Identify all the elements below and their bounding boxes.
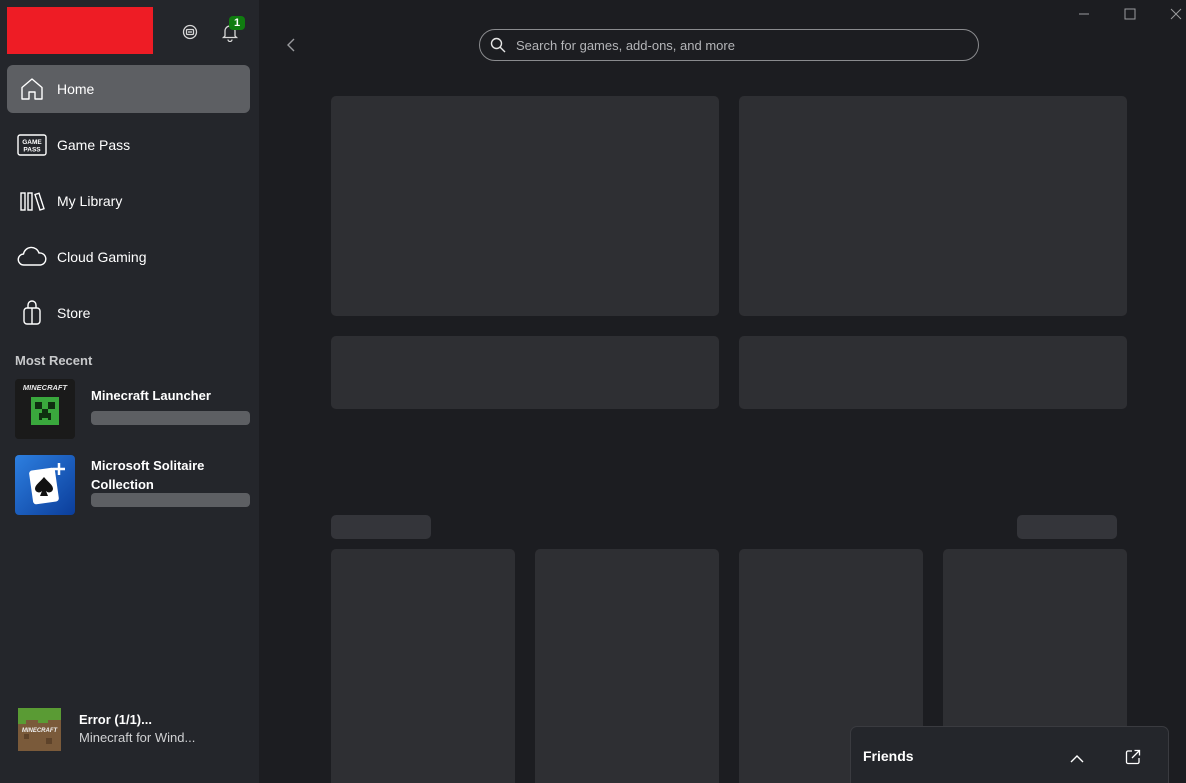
cloud-icon	[7, 233, 57, 281]
solitaire-thumbnail	[15, 455, 75, 515]
section-link-placeholder	[1017, 515, 1117, 539]
chevron-up-icon[interactable]	[1063, 745, 1091, 773]
minecraft-thumbnail: MINECRAFT	[18, 708, 61, 751]
banner-placeholder	[331, 336, 719, 409]
nav-item-my-library[interactable]: My Library	[7, 177, 250, 225]
friends-label: Friends	[863, 748, 914, 764]
redacted-profile-block[interactable]	[7, 7, 153, 54]
main-content: Friends	[259, 0, 1186, 783]
tile-placeholder	[535, 549, 719, 783]
install-status-item[interactable]: MINECRAFT Error (1/1)... Minecraft for W…	[18, 708, 248, 752]
search-input[interactable]	[516, 37, 956, 53]
minecraft-launcher-thumbnail: MINECRAFT	[15, 379, 75, 439]
notification-count-badge: 1	[229, 16, 245, 30]
svg-text:PASS: PASS	[23, 147, 41, 154]
nav-label-my-library: My Library	[57, 193, 123, 209]
friends-panel[interactable]: Friends	[850, 726, 1169, 783]
section-title-placeholder	[331, 515, 431, 539]
nav-label-game-pass: Game Pass	[57, 137, 131, 153]
popout-icon[interactable]	[1119, 743, 1147, 771]
recent-item-title: Minecraft Launcher	[91, 388, 211, 403]
home-icon	[7, 65, 57, 113]
hero-card-placeholder	[331, 96, 719, 316]
game-pass-icon: GAME PASS	[7, 121, 57, 169]
nav-label-store: Store	[57, 305, 91, 321]
svg-text:MINECRAFT: MINECRAFT	[23, 383, 69, 392]
nav-label-cloud-gaming: Cloud Gaming	[57, 249, 147, 265]
tile-placeholder	[331, 549, 515, 783]
hero-card-placeholder	[739, 96, 1127, 316]
svg-text:MINECRAFT: MINECRAFT	[22, 728, 59, 734]
xbox-app-window: 1 Home GAME PASS Game Pass My Library Cl…	[0, 0, 1186, 783]
status-title: Error (1/1)...	[79, 712, 152, 727]
maximize-button[interactable]	[1107, 0, 1153, 28]
close-button[interactable]	[1153, 0, 1186, 28]
search-box[interactable]	[479, 29, 979, 61]
nav-item-store[interactable]: Store	[7, 289, 250, 337]
sync-icon[interactable]	[176, 18, 204, 46]
status-subtitle: Minecraft for Wind...	[79, 730, 196, 745]
recent-item-solitaire[interactable]: Microsoft Solitaire Collection	[15, 455, 251, 515]
nav-item-home[interactable]: Home	[7, 65, 250, 113]
banner-placeholder	[739, 336, 1127, 409]
library-icon	[7, 177, 57, 225]
recent-item-progress-bar	[91, 493, 250, 507]
svg-text:GAME: GAME	[22, 139, 42, 146]
recent-item-progress-bar	[91, 411, 250, 425]
nav-label-home: Home	[57, 81, 95, 97]
minimize-button[interactable]	[1061, 0, 1107, 28]
back-button[interactable]	[279, 30, 303, 60]
search-icon	[480, 37, 516, 53]
store-bag-icon	[7, 289, 57, 337]
nav-item-cloud-gaming[interactable]: Cloud Gaming	[7, 233, 250, 281]
nav-item-game-pass[interactable]: GAME PASS Game Pass	[7, 121, 250, 169]
most-recent-heading: Most Recent	[15, 353, 93, 368]
recent-item-title: Microsoft Solitaire Collection	[91, 458, 205, 492]
sidebar: 1 Home GAME PASS Game Pass My Library Cl…	[0, 0, 259, 783]
recent-item-minecraft-launcher[interactable]: MINECRAFT Minecraft Launcher	[15, 379, 251, 439]
